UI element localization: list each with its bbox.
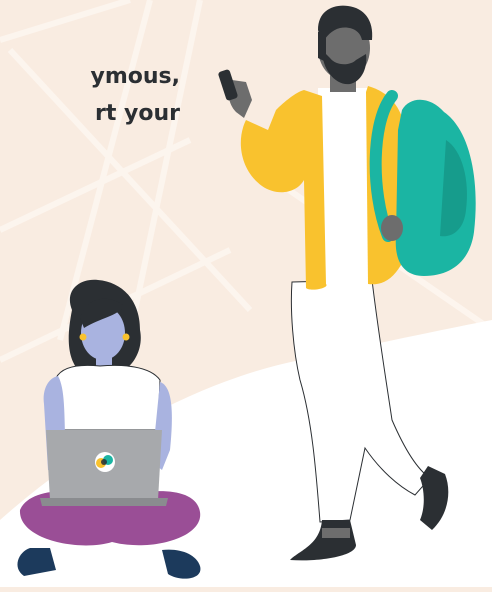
headline-line-2: rt your: [95, 101, 180, 126]
hero-headline: ymous, rt your: [0, 58, 181, 132]
chat-bubble-logo-icon: [95, 452, 115, 472]
headline-line-1: ymous,: [90, 64, 181, 89]
